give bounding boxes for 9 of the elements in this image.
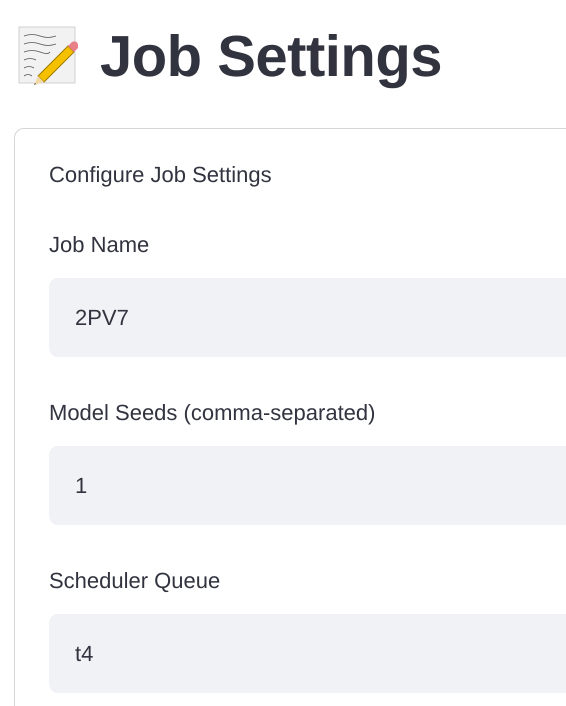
text-field[interactable]: t4 xyxy=(49,614,566,693)
field-label: Model Seeds (comma-separated) xyxy=(49,399,376,427)
memo-pencil-icon xyxy=(18,26,78,86)
text-field[interactable]: 1 xyxy=(49,446,566,525)
page-title: Job Settings xyxy=(100,22,442,90)
field-label: Scheduler Queue xyxy=(49,567,222,595)
text-field[interactable]: 2PV7 xyxy=(49,278,566,357)
field-label: Job Name xyxy=(49,231,150,259)
form-caption: Configure Job Settings xyxy=(49,161,273,189)
